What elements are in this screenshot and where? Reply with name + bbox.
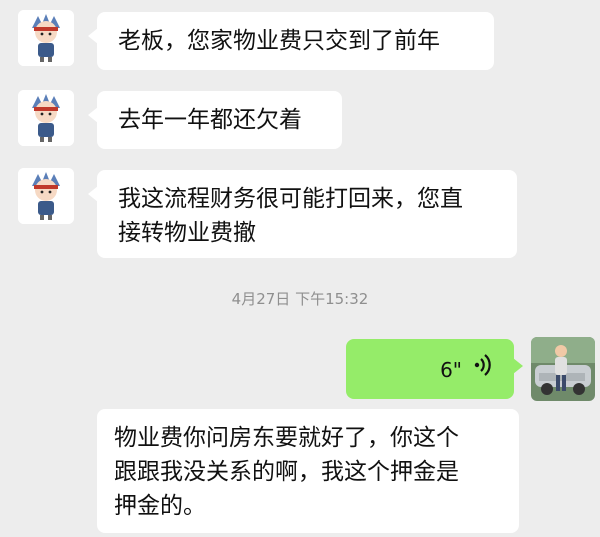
message-text-3-line1: 我这流程财务很可能打回来，您直 — [118, 186, 463, 212]
voice-wave-icon — [474, 352, 492, 388]
message-bubble-1[interactable]: 老板，您家物业费只交到了前年 — [88, 12, 494, 70]
contact-avatar[interactable] — [18, 168, 74, 224]
message-text-5-line1: 物业费你问房东要就好了，你这个 — [114, 425, 459, 451]
message-text-5-line3: 押金的。 — [114, 493, 206, 519]
voice-message-bubble[interactable]: 6" — [346, 339, 523, 399]
voice-duration: 6" — [440, 358, 462, 382]
message-text-3-line2: 接转物业费撤 — [118, 220, 256, 246]
message-text-5-line2: 跟跟我没关系的啊，我这个押金是 — [114, 459, 459, 485]
contact-avatar[interactable] — [18, 10, 74, 66]
message-bubble-3[interactable]: 我这流程财务很可能打回来，您直 接转物业费撤 — [88, 170, 517, 258]
message-bubble-5[interactable]: 物业费你问房东要就好了，你这个 跟跟我没关系的啊，我这个押金是 押金的。 — [97, 409, 519, 533]
message-text-1: 老板，您家物业费只交到了前年 — [118, 28, 440, 54]
contact-avatar[interactable] — [18, 90, 74, 146]
message-text-2: 去年一年都还欠着 — [118, 107, 302, 133]
message-bubble-2[interactable]: 去年一年都还欠着 — [88, 91, 342, 149]
self-avatar[interactable] — [531, 337, 595, 401]
timestamp: 4月27日 下午15:32 — [231, 290, 369, 308]
